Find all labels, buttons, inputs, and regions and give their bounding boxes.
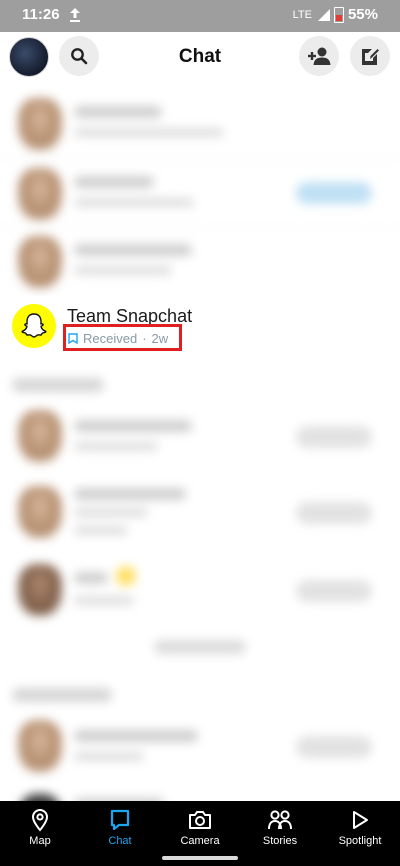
nav-spotlight[interactable]: Spotlight [320, 807, 400, 847]
list-item[interactable] [8, 712, 392, 782]
battery-icon [333, 6, 344, 23]
nav-map[interactable]: Map [0, 807, 80, 847]
nav-camera[interactable]: Camera [160, 807, 240, 847]
list-item[interactable] [8, 160, 392, 230]
nav-label: Chat [108, 835, 132, 847]
nav-stories[interactable]: Stories [240, 807, 320, 847]
signal-icon [317, 8, 330, 21]
upload-icon [70, 8, 80, 22]
list-item[interactable] [8, 556, 392, 626]
snapchat-ghost-icon [12, 304, 56, 348]
status-time: 11:26 [22, 6, 60, 23]
stories-icon [268, 810, 292, 830]
status-right: LTE 55% [293, 6, 378, 23]
map-pin-icon [31, 809, 49, 832]
page-title: Chat [178, 46, 222, 67]
add-friend-button[interactable] [299, 36, 339, 76]
received-chat-icon [68, 333, 78, 344]
chat-header: Chat [0, 32, 400, 88]
blurred-chat-list-top [0, 90, 400, 294]
list-item[interactable] [8, 478, 392, 548]
team-snapchat-chat-row[interactable]: Team Snapchat Received · 2w [0, 296, 400, 358]
compose-icon [362, 49, 379, 65]
status-bar: 11:26 LTE 55% [0, 0, 400, 32]
nav-label: Camera [180, 835, 220, 847]
camera-icon [189, 811, 211, 829]
blurred-chat-list-bottom [0, 360, 400, 846]
nav-label: Stories [262, 835, 298, 847]
status-separator: · [142, 331, 147, 346]
nav-label: Map [29, 835, 51, 847]
chat-status: Received · 2w [68, 331, 168, 346]
chat-age: 2w [151, 331, 169, 346]
new-chat-button[interactable] [350, 36, 390, 76]
list-item[interactable] [8, 402, 392, 472]
add-friend-icon [308, 47, 331, 65]
home-indicator[interactable] [162, 856, 238, 860]
battery-level: 55% [347, 6, 378, 23]
play-icon [353, 811, 368, 829]
list-item[interactable] [8, 228, 392, 298]
chat-status-label: Received [83, 331, 138, 346]
network-type: LTE [292, 8, 312, 21]
list-item[interactable] [8, 90, 392, 160]
nav-label: Spotlight [338, 835, 382, 847]
nav-chat[interactable]: Chat [80, 807, 160, 847]
chat-bubble-icon [110, 809, 130, 831]
